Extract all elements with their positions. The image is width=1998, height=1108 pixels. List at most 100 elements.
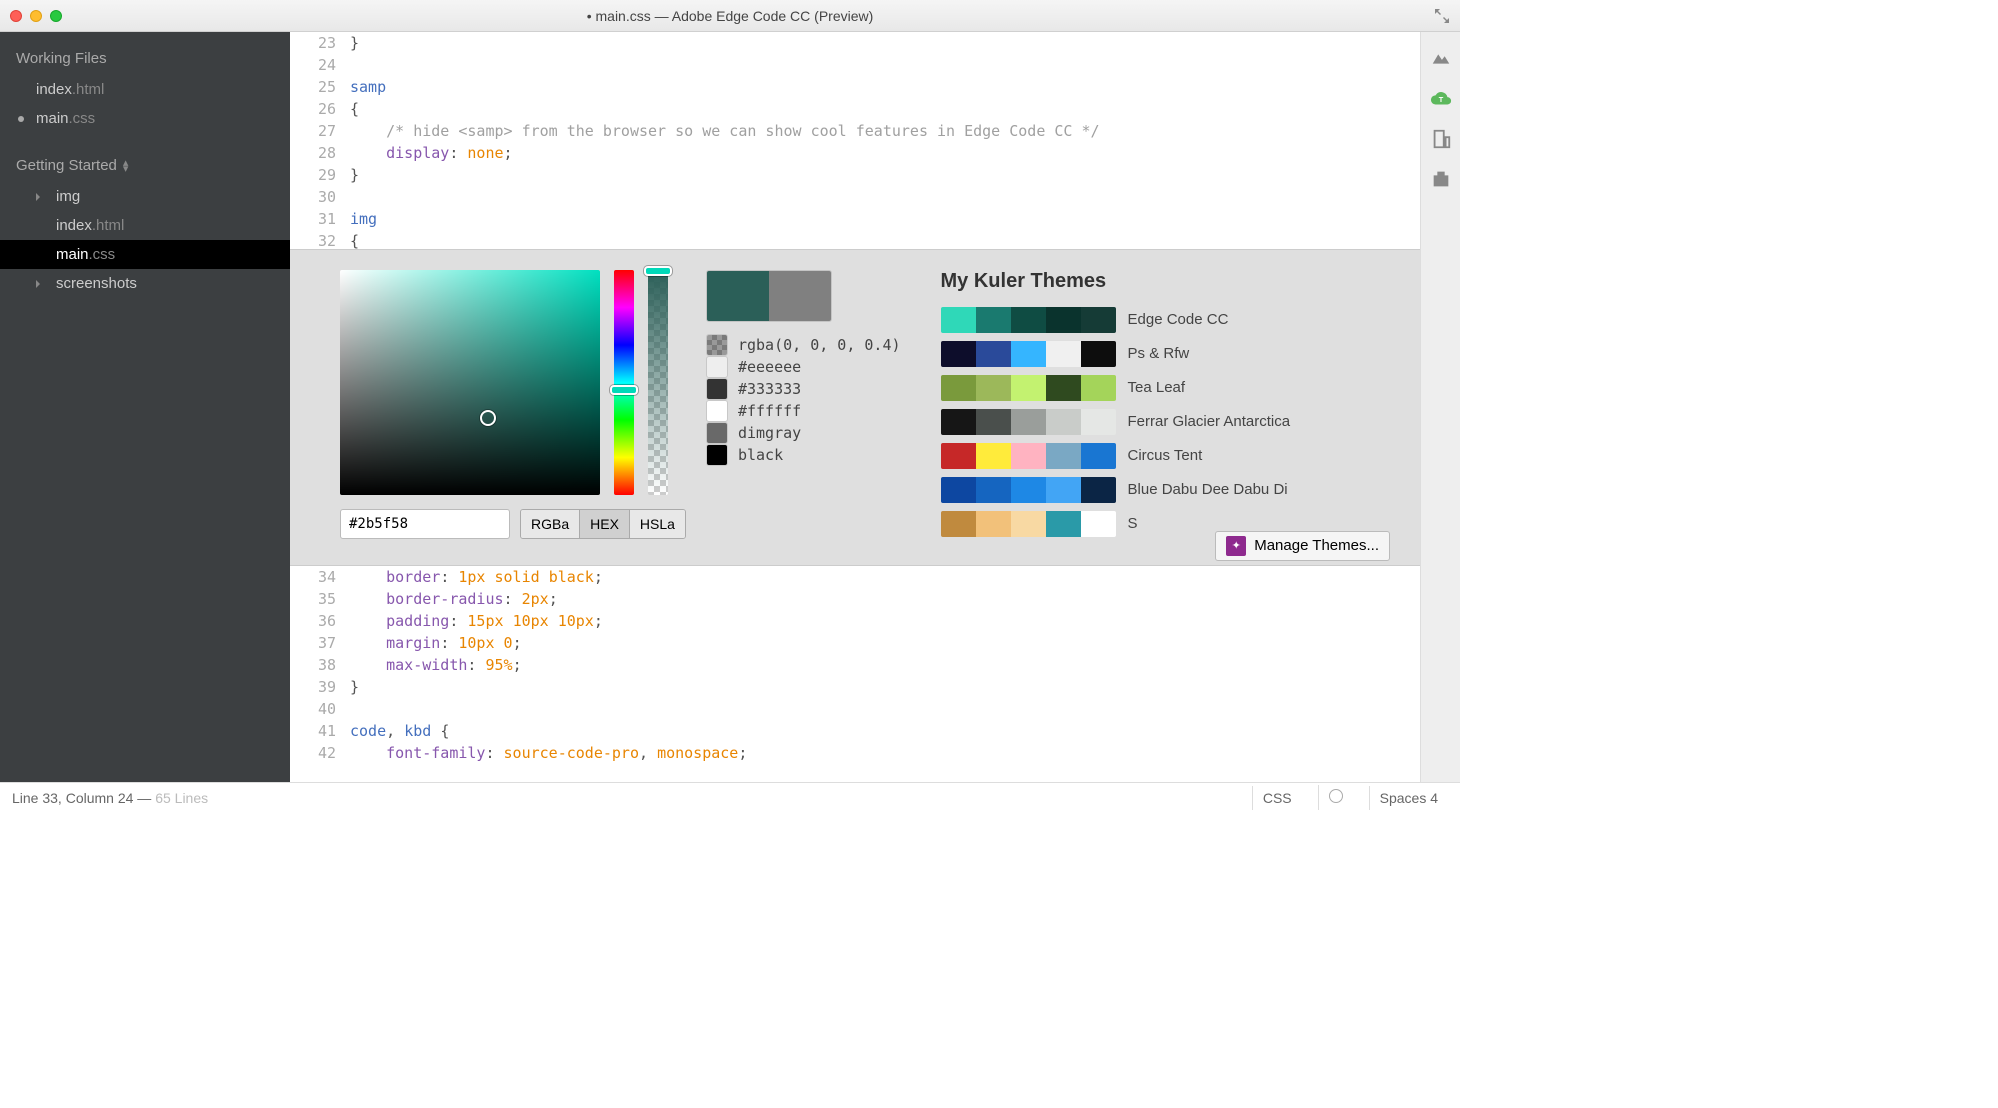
theme-name: S xyxy=(1128,515,1138,532)
line-number: 32 xyxy=(290,230,350,249)
editor[interactable]: 23}2425samp26{27 /* hide <samp> from the… xyxy=(290,32,1420,782)
code-line[interactable] xyxy=(350,186,1420,208)
theme-swatch-strip xyxy=(941,443,1116,469)
alpha-slider[interactable] xyxy=(648,270,668,495)
disclosure-triangle-icon xyxy=(36,280,44,288)
swatch-label: #333333 xyxy=(738,380,801,398)
code-line[interactable]: samp xyxy=(350,76,1420,98)
kuler-theme-row[interactable]: Ferrar Glacier Antarctica xyxy=(941,409,1370,435)
folder-item[interactable]: img xyxy=(0,182,290,211)
language-mode[interactable]: CSS xyxy=(1252,786,1302,810)
device-preview-icon[interactable] xyxy=(1430,128,1452,150)
hue-slider[interactable] xyxy=(614,270,634,495)
kuler-theme-row[interactable]: Ps & Rfw xyxy=(941,341,1370,367)
swatch-label: rgba(0, 0, 0, 0.4) xyxy=(738,336,901,354)
format-rgba-button[interactable]: RGBa xyxy=(521,510,580,538)
file-item[interactable]: main.css xyxy=(0,240,290,269)
code-line[interactable]: border: 1px solid black; xyxy=(350,566,1420,588)
code-line[interactable]: { xyxy=(350,98,1420,120)
line-number: 42 xyxy=(290,742,350,764)
kuler-themes-title: My Kuler Themes xyxy=(941,270,1370,293)
cursor-position[interactable]: Line 33, Column 24 xyxy=(12,790,133,806)
close-window-button[interactable] xyxy=(10,10,22,22)
code-line[interactable] xyxy=(350,54,1420,76)
code-line[interactable]: max-width: 95%; xyxy=(350,654,1420,676)
zoom-window-button[interactable] xyxy=(50,10,62,22)
statusbar: Line 33, Column 24 — 65 Lines CSS Spaces… xyxy=(0,782,1460,812)
code-line[interactable]: } xyxy=(350,676,1420,698)
indent-setting[interactable]: Spaces 4 xyxy=(1369,786,1448,810)
fullscreen-icon[interactable] xyxy=(1434,8,1450,24)
theme-name: Edge Code CC xyxy=(1128,311,1229,328)
swatch-label: #eeeeee xyxy=(738,358,801,376)
code-line[interactable]: } xyxy=(350,164,1420,186)
recent-color-row[interactable]: #333333 xyxy=(706,378,901,400)
manage-themes-label: Manage Themes... xyxy=(1254,537,1379,554)
line-number: 41 xyxy=(290,720,350,742)
color-swatch xyxy=(706,422,728,444)
cloud-sync-icon[interactable]: T xyxy=(1430,88,1452,110)
color-swatch xyxy=(706,444,728,466)
swatch-label: black xyxy=(738,446,783,464)
code-line[interactable]: code, kbd { xyxy=(350,720,1420,742)
format-hsla-button[interactable]: HSLa xyxy=(630,510,685,538)
code-line[interactable]: display: none; xyxy=(350,142,1420,164)
recent-color-row[interactable]: dimgray xyxy=(706,422,901,444)
kuler-theme-row[interactable]: Circus Tent xyxy=(941,443,1370,469)
hue-handle[interactable] xyxy=(610,385,638,395)
line-number: 27 xyxy=(290,120,350,142)
line-number: 28 xyxy=(290,142,350,164)
theme-swatch-strip xyxy=(941,307,1116,333)
code-line[interactable]: padding: 15px 10px 10px; xyxy=(350,610,1420,632)
working-file-item[interactable]: index.html xyxy=(0,75,290,104)
live-preview-icon[interactable] xyxy=(1430,48,1452,70)
theme-swatch-strip xyxy=(941,511,1116,537)
window-title: • main.css — Adobe Edge Code CC (Preview… xyxy=(587,8,874,24)
recent-color-row[interactable]: #ffffff xyxy=(706,400,901,422)
line-number: 31 xyxy=(290,208,350,230)
disclosure-triangle-icon xyxy=(36,193,44,201)
code-area-top[interactable]: 23}2425samp26{27 /* hide <samp> from the… xyxy=(290,32,1420,249)
extension-manager-icon[interactable] xyxy=(1430,168,1452,190)
swatch-label: dimgray xyxy=(738,424,801,442)
code-line[interactable]: { xyxy=(350,230,1420,249)
color-swatch xyxy=(706,356,728,378)
theme-name: Ferrar Glacier Antarctica xyxy=(1128,413,1291,430)
kuler-theme-row[interactable]: Edge Code CC xyxy=(941,307,1370,333)
project-dropdown[interactable]: Getting Started ▴▾ xyxy=(0,149,290,182)
line-number: 29 xyxy=(290,164,350,186)
sv-handle[interactable] xyxy=(480,410,496,426)
code-line[interactable] xyxy=(350,698,1420,720)
minimize-window-button[interactable] xyxy=(30,10,42,22)
saturation-value-field[interactable] xyxy=(340,270,600,495)
recent-color-row[interactable]: rgba(0, 0, 0, 0.4) xyxy=(706,334,901,356)
color-swatch xyxy=(706,400,728,422)
code-line[interactable]: img xyxy=(350,208,1420,230)
current-previous-swatch[interactable] xyxy=(706,270,832,322)
folder-item[interactable]: screenshots xyxy=(0,269,290,298)
inspection-status-icon[interactable] xyxy=(1329,789,1343,803)
working-file-item[interactable]: main.css xyxy=(0,104,290,133)
kuler-theme-row[interactable]: Tea Leaf xyxy=(941,375,1370,401)
theme-name: Blue Dabu Dee Dabu Di xyxy=(1128,481,1288,498)
code-line[interactable]: margin: 10px 0; xyxy=(350,632,1420,654)
recent-color-row[interactable]: #eeeeee xyxy=(706,356,901,378)
kuler-icon: ✦ xyxy=(1226,536,1246,556)
theme-swatch-strip xyxy=(941,477,1116,503)
inline-color-editor: RGBa HEX HSLa rgba(0, 0, 0, 0.4) #eeeeee #… xyxy=(290,249,1420,566)
file-item[interactable]: index.html xyxy=(0,211,290,240)
format-hex-button[interactable]: HEX xyxy=(580,510,630,538)
code-line[interactable]: border-radius: 2px; xyxy=(350,588,1420,610)
line-number: 25 xyxy=(290,76,350,98)
code-line[interactable]: font-family: source-code-pro, monospace; xyxy=(350,742,1420,764)
color-hex-input[interactable] xyxy=(340,509,510,539)
line-number: 37 xyxy=(290,632,350,654)
code-line[interactable]: /* hide <samp> from the browser so we ca… xyxy=(350,120,1420,142)
recent-color-row[interactable]: black xyxy=(706,444,901,466)
titlebar: • main.css — Adobe Edge Code CC (Preview… xyxy=(0,0,1460,32)
manage-themes-button[interactable]: ✦ Manage Themes... xyxy=(1215,531,1390,561)
kuler-theme-row[interactable]: Blue Dabu Dee Dabu Di xyxy=(941,477,1370,503)
code-line[interactable]: } xyxy=(350,32,1420,54)
code-area-bottom[interactable]: 34 border: 1px solid black;35 border-rad… xyxy=(290,566,1420,783)
alpha-handle[interactable] xyxy=(644,266,672,276)
